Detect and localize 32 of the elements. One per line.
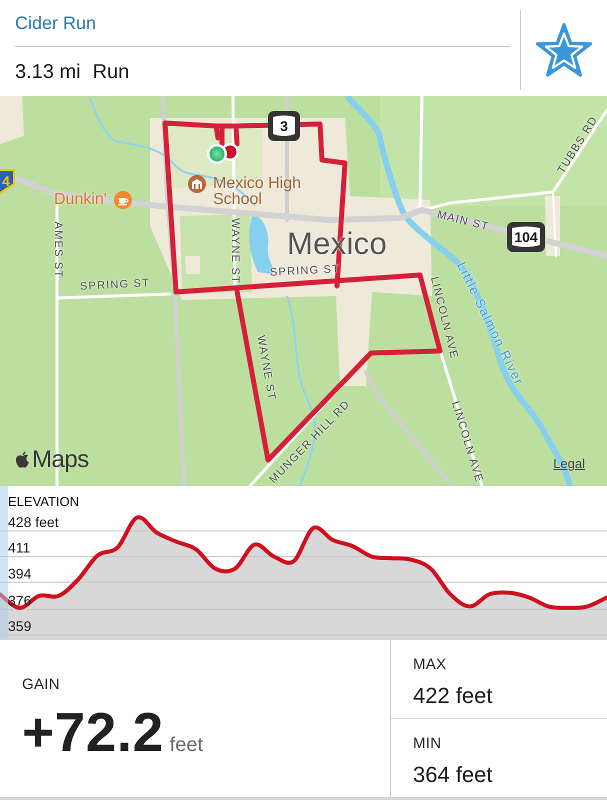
- star-icon[interactable]: [535, 22, 593, 78]
- apple-icon: [14, 450, 31, 470]
- street-label: SPRING ST: [270, 263, 340, 279]
- town-area: [0, 96, 24, 144]
- street-label: SPRING ST: [80, 277, 150, 293]
- gain-value: +72.2: [22, 704, 164, 760]
- metric-label: MIN: [413, 735, 442, 753]
- place-label: Dunkin': [54, 190, 107, 208]
- distance-text: 3.13 mi: [15, 60, 81, 84]
- street-label: MAIN ST: [436, 208, 490, 234]
- building-block: [185, 256, 200, 274]
- metric-label: MAX: [413, 656, 448, 674]
- axis-tick-label: 394: [8, 565, 32, 582]
- route-shield: 3: [268, 111, 300, 141]
- start-marker-icon: [207, 144, 227, 164]
- school-building-icon: [188, 175, 206, 193]
- gain-unit: feet: [170, 734, 204, 756]
- route-shield: 104: [507, 222, 545, 252]
- legal-link[interactable]: Legal: [553, 456, 585, 472]
- gain-label: GAIN: [22, 676, 61, 694]
- axis-tick-label: 428 feet: [8, 514, 59, 530]
- activity-type-text: Run: [92, 60, 130, 84]
- axis-tick-label: 359: [8, 618, 32, 634]
- axis-tick-label: 411: [8, 540, 30, 556]
- activity-title: Cider Run: [15, 12, 96, 34]
- street-label: WAYNE ST: [228, 218, 242, 284]
- metric-value: 364 feet: [413, 762, 494, 788]
- coffee-cup-icon: [114, 191, 132, 209]
- metric-value: 422 feet: [413, 683, 494, 709]
- chart-title: ELEVATION: [8, 494, 80, 509]
- street-label: WAYNE ST: [254, 334, 278, 402]
- street-label: AMES ST: [52, 222, 64, 278]
